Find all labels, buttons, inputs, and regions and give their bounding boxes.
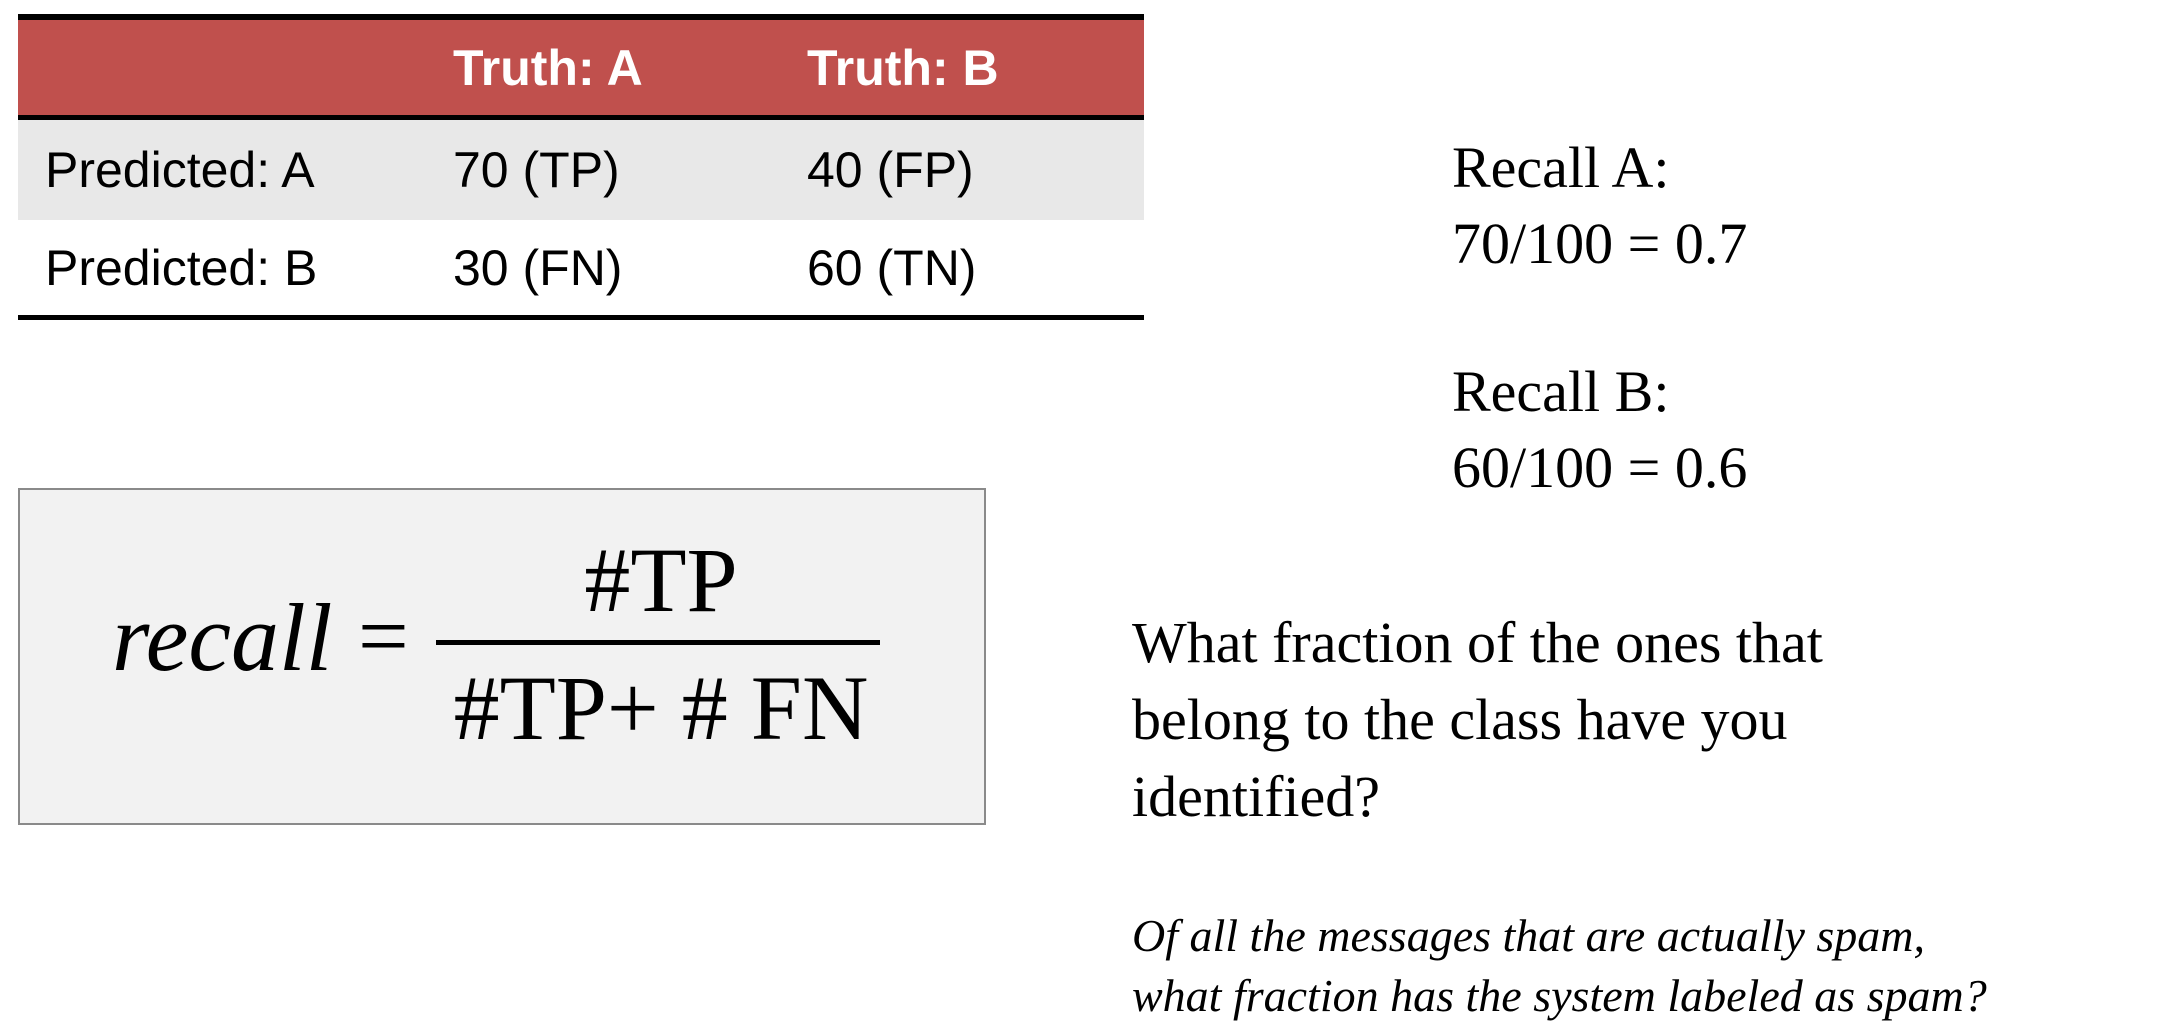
recall-a-value: 70/100 = 0.7 — [1452, 211, 1748, 276]
cell-fn: 30 (FN) — [453, 239, 623, 296]
question-line: identified? — [1132, 764, 1381, 829]
row-label-predicted-a: Predicted: A — [45, 142, 315, 198]
row-label-predicted-b: Predicted: B — [45, 239, 318, 296]
cell-tp: 70 (TP) — [453, 142, 620, 198]
cell-tn: 60 (TN) — [807, 239, 977, 296]
question-line: belong to the class have you — [1132, 687, 1788, 752]
example-line: what fraction has the system labeled as … — [1132, 970, 1987, 1021]
question-line: What fraction of the ones that — [1132, 610, 1823, 675]
example-line: Of all the messages that are actually sp… — [1132, 910, 1925, 961]
recall-a-block: Recall A: 70/100 = 0.7 — [1452, 130, 1747, 282]
table-header-row: Truth: A Truth: B — [18, 14, 1144, 120]
confusion-matrix-table: Truth: A Truth: B Predicted: A 70 (TP) 4… — [18, 14, 1144, 320]
table-row: Predicted: B 30 (FN) 60 (TN) — [18, 220, 1144, 320]
recall-a-label: Recall A: — [1452, 135, 1670, 200]
recall-b-block: Recall B: 60/100 = 0.6 — [1452, 354, 1747, 506]
formula-lhs: recall — [112, 584, 333, 691]
table-row: Predicted: A 70 (TP) 40 (FP) — [18, 120, 1144, 220]
fraction-bar — [436, 640, 880, 645]
recall-formula-box: recall = #TP #TP+ # FN — [18, 488, 986, 825]
formula-equals: = — [358, 587, 409, 686]
recall-b-label: Recall B: — [1452, 359, 1670, 424]
formula-numerator: #TP — [584, 529, 738, 631]
cell-fp: 40 (FP) — [807, 142, 974, 198]
formula-denominator: #TP+ # FN — [453, 657, 869, 759]
header-cell-truth-b: Truth: B — [807, 39, 999, 96]
spam-example: Of all the messages that are actually sp… — [1132, 906, 2162, 1026]
header-cell-truth-a: Truth: A — [453, 39, 643, 96]
recall-b-value: 60/100 = 0.6 — [1452, 435, 1748, 500]
recall-question: What fraction of the ones that belong to… — [1132, 604, 2152, 835]
